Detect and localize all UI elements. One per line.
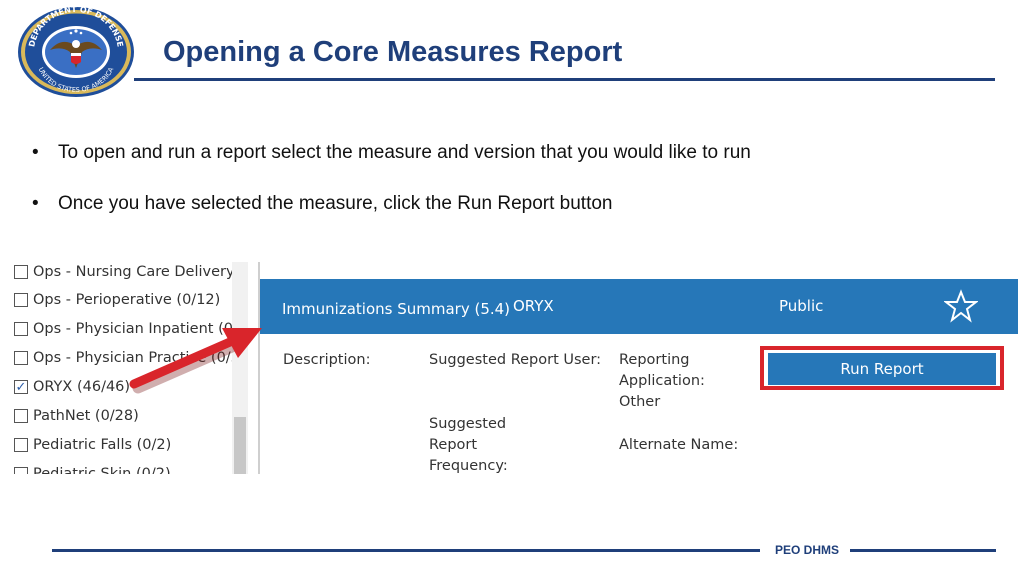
report-source: ORYX xyxy=(513,297,554,315)
footer-rule-right xyxy=(850,549,996,552)
bullet-item: • Once you have selected the measure, cli… xyxy=(32,193,612,215)
list-item-label: Pediatric Skin (0/2) xyxy=(33,466,171,474)
list-item-label: Ops - Physician Practice (0/31) xyxy=(33,350,232,366)
suggested-user-label: Suggested Report User: xyxy=(429,352,602,368)
list-item-label: ORYX (46/46) xyxy=(33,379,131,395)
checkbox[interactable] xyxy=(14,322,28,336)
list-item-label: Ops - Nursing Care Delivery (0/ xyxy=(33,264,232,280)
bullet-item: • To open and run a report select the mea… xyxy=(32,142,751,164)
checkbox[interactable] xyxy=(14,293,28,307)
run-report-highlight: Run Report xyxy=(760,346,1004,390)
suggested-frequency-label: Suggested Report Frequency: xyxy=(429,416,508,474)
reporting-application-label: Reporting Application: xyxy=(619,352,705,389)
dod-seal-logo: DEPARTMENT OF DEFENSE UNITED STATES OF A… xyxy=(18,6,134,97)
checkbox[interactable] xyxy=(14,351,28,365)
bullet-glyph: • xyxy=(32,142,39,163)
description-label: Description: xyxy=(283,352,371,368)
bullet-glyph: • xyxy=(32,193,39,214)
report-screenshot: Ops - Nursing Care Delivery (0/ Ops - Pe… xyxy=(0,262,1018,474)
list-item[interactable]: Ops - Nursing Care Delivery (0/ xyxy=(14,262,232,283)
bullet-text: To open and run a report select the meas… xyxy=(58,142,751,163)
footer-label: PEO DHMS xyxy=(774,543,839,557)
list-scrollbar[interactable] xyxy=(232,262,248,474)
list-item[interactable]: Ops - Physician Inpatient (0/17 xyxy=(14,318,232,340)
list-item[interactable]: PathNet (0/28) xyxy=(14,405,139,427)
checkbox[interactable] xyxy=(14,438,28,452)
checkbox[interactable] xyxy=(14,265,28,279)
report-visibility: Public xyxy=(779,297,824,315)
checkbox[interactable] xyxy=(14,467,28,474)
report-header[interactable]: Immunizations Summary (5.4) ORYX Public xyxy=(260,279,1018,334)
list-item[interactable]: Pediatric Skin (0/2) xyxy=(14,463,171,474)
checkbox-checked[interactable]: ✓ xyxy=(14,380,28,395)
list-item-oryx[interactable]: ✓ ORYX (46/46) xyxy=(14,376,130,398)
list-item-label: PathNet (0/28) xyxy=(33,408,139,424)
reporting-application-value: Other xyxy=(619,394,661,410)
list-item[interactable]: Ops - Physician Practice (0/31) xyxy=(14,347,232,369)
run-report-button[interactable]: Run Report xyxy=(768,353,996,385)
measure-list[interactable]: Ops - Nursing Care Delivery (0/ Ops - Pe… xyxy=(0,262,232,474)
bullet-text: Once you have selected the measure, clic… xyxy=(58,193,613,214)
checkbox[interactable] xyxy=(14,409,28,423)
alternate-name-label: Alternate Name: xyxy=(619,437,739,453)
list-item-label: Pediatric Falls (0/2) xyxy=(33,437,172,453)
list-item-label: Ops - Physician Inpatient (0/17 xyxy=(33,321,232,337)
list-item-label: Ops - Perioperative (0/12) xyxy=(33,292,221,308)
title-divider xyxy=(134,78,995,81)
report-name: Immunizations Summary (5.4) xyxy=(282,300,511,318)
scroll-thumb[interactable] xyxy=(234,417,246,474)
slide-title: Opening a Core Measures Report xyxy=(163,36,623,68)
list-item[interactable]: Ops - Perioperative (0/12) xyxy=(14,289,220,311)
footer-rule-left xyxy=(52,549,760,552)
list-item[interactable]: Pediatric Falls (0/2) xyxy=(14,434,171,456)
star-outline-icon[interactable] xyxy=(944,289,978,323)
